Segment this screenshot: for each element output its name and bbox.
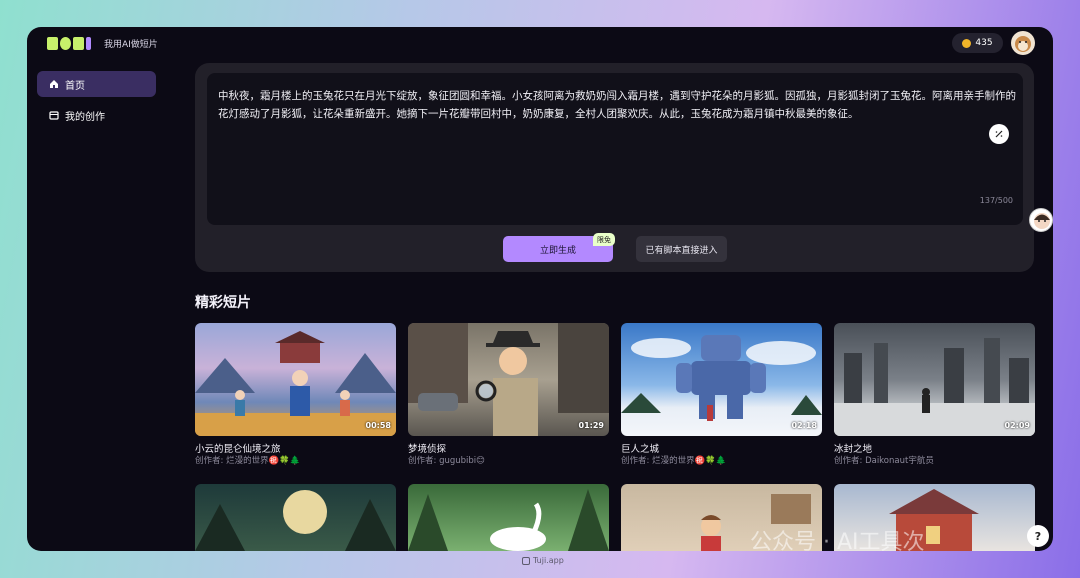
- free-badge: 限免: [593, 233, 615, 246]
- video-card[interactable]: 01:29 梦境侦探 创作者: gugubibi😊: [408, 323, 609, 436]
- home-icon: [49, 79, 59, 89]
- video-title[interactable]: 冰封之地: [834, 441, 872, 455]
- video-card[interactable]: 00:58 小云的昆仑仙境之旅 创作者: 烂漫的世界㊗️🍀🌲: [195, 323, 396, 436]
- video-duration: 00:58: [366, 421, 391, 430]
- app-window: 我用AI做短片 435 首页 我的创作: [27, 27, 1053, 551]
- video-thumbnail[interactable]: 02:09: [834, 323, 1035, 436]
- enter-with-script-button[interactable]: 已有脚本直接进入: [636, 236, 727, 262]
- coin-count: 435: [975, 38, 992, 48]
- video-author: 创作者: Daikonaut宇航员: [834, 454, 934, 466]
- help-button[interactable]: ?: [1027, 525, 1049, 547]
- video-title[interactable]: 巨人之城: [621, 441, 659, 455]
- video-duration: 02:09: [1005, 421, 1030, 430]
- detective-scene-image: [408, 323, 609, 436]
- char-counter: 137/500: [980, 196, 1013, 205]
- swan-forest-image: [408, 484, 609, 551]
- header: 我用AI做短片 435: [27, 27, 1053, 61]
- footer-domain: Tuji.app: [533, 556, 564, 565]
- video-thumbnail[interactable]: [408, 484, 609, 551]
- section-title: 精彩短片: [195, 292, 251, 312]
- video-duration: 01:29: [579, 421, 604, 430]
- logo-letter: [86, 37, 91, 50]
- video-title[interactable]: 小云的昆仑仙境之旅: [195, 441, 281, 455]
- site-icon: [522, 557, 530, 565]
- footer: Tuji.app: [522, 556, 564, 565]
- frozen-city-image: [834, 323, 1035, 436]
- video-card[interactable]: 02:18 巨人之城 创作者: 烂漫的世界㊗️🍀🌲: [621, 323, 822, 436]
- user-avatar[interactable]: [1011, 31, 1035, 55]
- sidebar: 首页 我的创作: [27, 61, 177, 551]
- coin-icon: [962, 39, 971, 48]
- giant-robot-image: [621, 323, 822, 436]
- sidebar-item-label: 我的创作: [65, 108, 105, 123]
- video-author: 创作者: 烂漫的世界㊗️🍀🌲: [195, 454, 300, 466]
- video-duration: 02:18: [792, 421, 817, 430]
- logo-letter: [73, 37, 84, 50]
- logo-letter: [47, 37, 58, 50]
- moon-night-image: [195, 484, 396, 551]
- sidebar-item-home[interactable]: 首页: [37, 71, 156, 97]
- sidebar-item-my-creations[interactable]: 我的创作: [37, 102, 156, 128]
- question-mark-icon: ?: [1035, 530, 1041, 543]
- magic-wand-button[interactable]: [989, 124, 1009, 144]
- wechat-watermark: 公众号 · AI工具次: [750, 524, 925, 556]
- video-card[interactable]: 02:09 冰封之地 创作者: Daikonaut宇航员: [834, 323, 1035, 436]
- prompt-textarea[interactable]: 中秋夜，霜月楼上的玉兔花只在月光下绽放，象征团圆和幸福。小女孩阿离为救奶奶闯入霜…: [207, 73, 1023, 225]
- video-card[interactable]: [408, 484, 609, 551]
- prompt-text[interactable]: 中秋夜，霜月楼上的玉兔花只在月光下绽放，象征团圆和幸福。小女孩阿离为救奶奶闯入霜…: [218, 87, 1018, 123]
- video-title[interactable]: 梦境侦探: [408, 441, 446, 455]
- prompt-panel: 中秋夜，霜月楼上的玉兔花只在月光下绽放，象征团圆和幸福。小女孩阿离为救奶奶闯入霜…: [195, 63, 1034, 272]
- video-thumbnail[interactable]: 00:58: [195, 323, 396, 436]
- video-thumbnail[interactable]: 01:29: [408, 323, 609, 436]
- logo-letter: [60, 37, 71, 50]
- mountain-scene-image: [195, 323, 396, 436]
- video-author: 创作者: gugubibi😊: [408, 454, 485, 466]
- sidebar-item-label: 首页: [65, 77, 85, 92]
- brand-slogan: 我用AI做短片: [104, 37, 158, 50]
- brand-logo[interactable]: [47, 37, 91, 50]
- video-thumbnail[interactable]: 02:18: [621, 323, 822, 436]
- video-thumbnail[interactable]: [195, 484, 396, 551]
- magic-wand-icon: [994, 129, 1004, 139]
- video-card[interactable]: [195, 484, 396, 551]
- assistant-avatar[interactable]: [1029, 208, 1053, 232]
- video-author: 创作者: 烂漫的世界㊗️🍀🌲: [621, 454, 726, 466]
- box-icon: [49, 110, 59, 120]
- coin-balance[interactable]: 435: [952, 33, 1003, 53]
